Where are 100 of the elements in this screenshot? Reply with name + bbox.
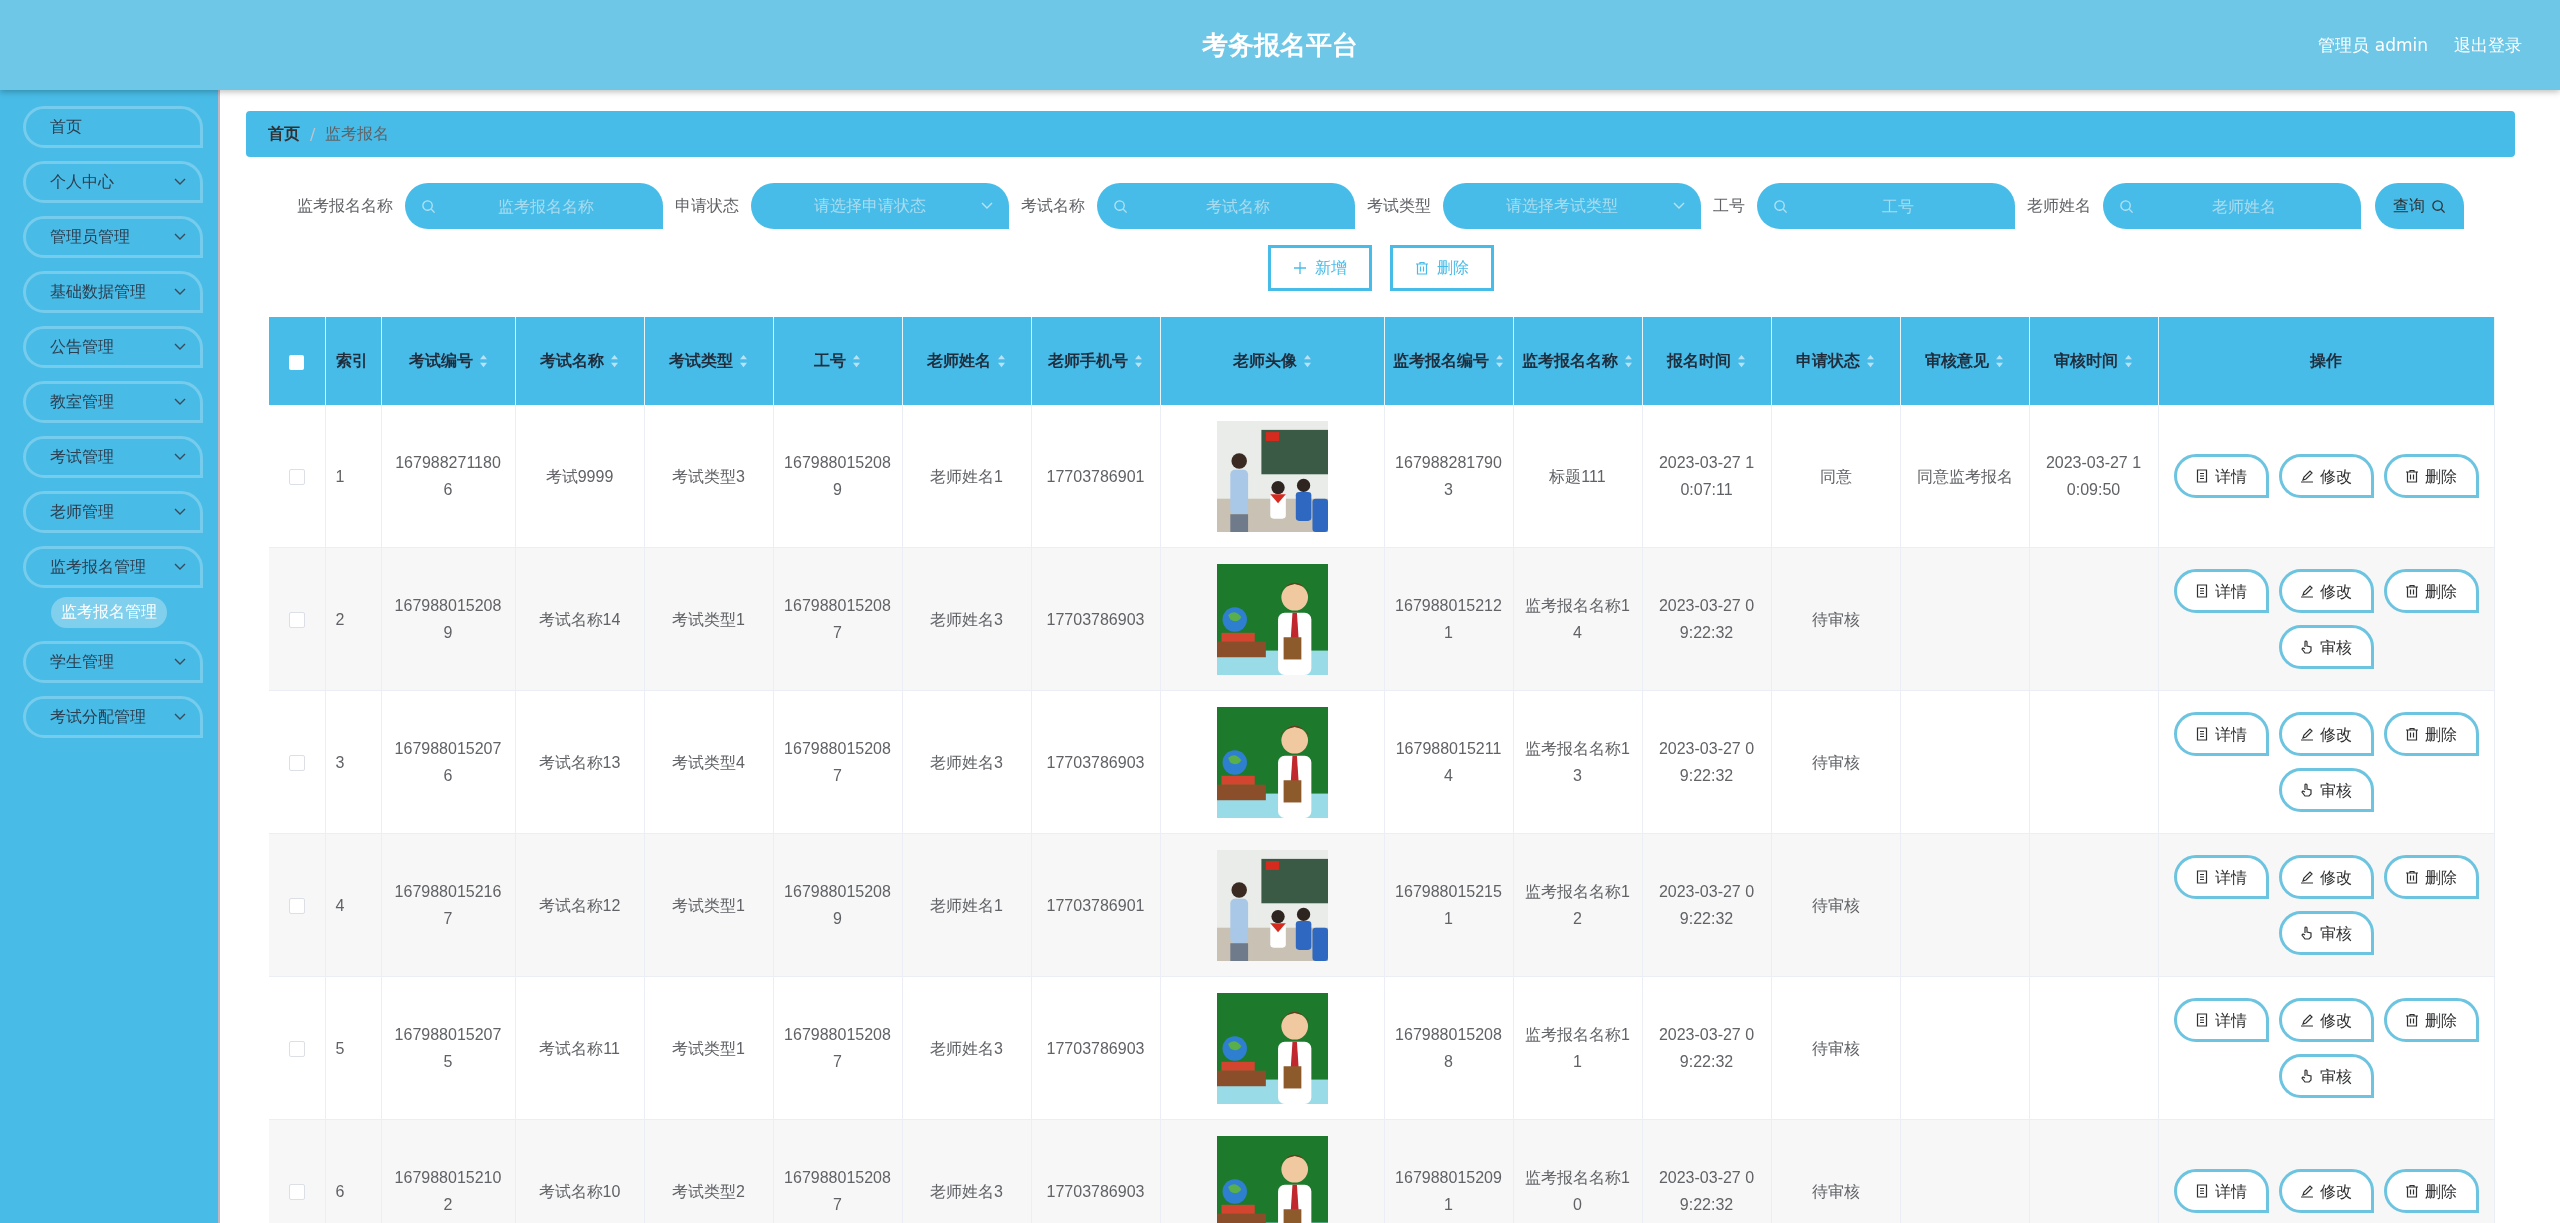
sort-icon[interactable] — [2124, 354, 2133, 368]
signup-number: 1679880152121 — [1395, 597, 1502, 641]
sidebar-item[interactable]: 个人中心 — [23, 161, 203, 203]
signup-name: 标题111 — [1549, 467, 1606, 485]
sidebar-item[interactable]: 学生管理 — [23, 641, 203, 683]
teacher-name: 老师姓名3 — [930, 1182, 1003, 1200]
status-cell: 同意 — [1819, 467, 1852, 485]
teacher-name: 老师姓名3 — [930, 1039, 1003, 1057]
pen-icon — [2300, 870, 2314, 884]
exam-type: 考试类型1 — [672, 1039, 745, 1057]
query-button[interactable]: 查询 — [2375, 183, 2464, 229]
status-cell: 待审核 — [1811, 753, 1860, 771]
row-checkbox[interactable] — [288, 1184, 305, 1200]
edit-button[interactable]: 修改 — [2278, 569, 2374, 613]
sidebar-item[interactable]: 老师管理 — [23, 491, 203, 533]
row-checkbox[interactable] — [288, 898, 305, 914]
pen-icon — [2300, 1013, 2314, 1027]
delete-button[interactable]: 删除 — [2383, 569, 2479, 613]
column-header: 考试名称 — [540, 350, 604, 370]
review-button[interactable]: 审核 — [2278, 768, 2374, 812]
sort-icon[interactable] — [739, 354, 748, 368]
phone-number: 17703786901 — [1046, 896, 1145, 914]
search-field[interactable]: 老师姓名 — [2103, 183, 2361, 229]
breadcrumb-item[interactable]: 首页 — [268, 123, 300, 145]
edit-button[interactable]: 修改 — [2278, 1169, 2374, 1213]
detail-button[interactable]: 详情 — [2173, 712, 2269, 756]
review-button[interactable]: 审核 — [2278, 1054, 2374, 1098]
signup-time: 2023-03-27 09:22:32 — [1658, 883, 1755, 927]
search-field[interactable]: 考试名称 — [1097, 183, 1355, 229]
phone-number: 17703786901 — [1046, 467, 1145, 485]
row-checkbox[interactable] — [288, 1041, 305, 1057]
detail-button[interactable]: 详情 — [2173, 569, 2269, 613]
row-checkbox[interactable] — [288, 755, 305, 771]
detail-button[interactable]: 详情 — [2173, 998, 2269, 1042]
search-field[interactable]: 工号 — [1757, 183, 2015, 229]
chevron-down-icon — [174, 508, 186, 516]
breadcrumb-item: 监考报名 — [325, 123, 390, 145]
sidebar-item[interactable]: 教室管理 — [23, 381, 203, 423]
row-checkbox[interactable] — [288, 469, 305, 485]
exam-number: 1679880152089 — [394, 597, 502, 641]
chevron-down-icon — [174, 288, 186, 296]
search-icon — [1113, 199, 1128, 214]
column-header: 操作 — [2310, 350, 2342, 370]
teacher-name: 老师姓名1 — [930, 467, 1003, 485]
delete-button[interactable]: 删除 — [2383, 712, 2479, 756]
delete-button[interactable]: 删除 — [2383, 855, 2479, 899]
edit-button[interactable]: 修改 — [2278, 998, 2374, 1042]
chevron-down-icon — [174, 453, 186, 461]
signup-name: 监考报名名称14 — [1525, 597, 1630, 641]
filter-label: 考试名称 — [1021, 195, 1085, 217]
detail-button[interactable]: 详情 — [2173, 454, 2269, 498]
sort-icon[interactable] — [610, 354, 619, 368]
column-header: 审核时间 — [2054, 350, 2118, 370]
review-comment: 同意监考报名 — [1916, 467, 2013, 485]
detail-button[interactable]: 详情 — [2173, 855, 2269, 899]
search-icon — [2119, 199, 2134, 214]
exam-type: 考试类型1 — [672, 610, 745, 628]
sidebar-item[interactable]: 公告管理 — [23, 326, 203, 368]
trash-icon — [2405, 1013, 2419, 1027]
search-field[interactable]: 监考报名名称 — [405, 183, 663, 229]
sort-icon[interactable] — [1737, 354, 1746, 368]
breadcrumb-separator: / — [310, 124, 316, 144]
edit-button[interactable]: 修改 — [2278, 855, 2374, 899]
select-all-checkbox[interactable] — [289, 354, 305, 370]
review-button[interactable]: 审核 — [2278, 625, 2374, 669]
delete-button[interactable]: 删除 — [2383, 1169, 2479, 1213]
edit-button[interactable]: 修改 — [2278, 712, 2374, 756]
edit-button[interactable]: 修改 — [2278, 454, 2374, 498]
sort-icon[interactable] — [1624, 354, 1633, 368]
sort-icon[interactable] — [997, 354, 1006, 368]
delete-button[interactable]: 删除 — [2383, 998, 2479, 1042]
sort-icon[interactable] — [1866, 354, 1875, 368]
search-icon — [1773, 199, 1788, 214]
search-icon — [421, 199, 436, 214]
sidebar-item[interactable]: 考试管理 — [23, 436, 203, 478]
column-header: 工号 — [814, 350, 846, 370]
filter-label: 老师姓名 — [2027, 195, 2091, 217]
review-button[interactable]: 审核 — [2278, 911, 2374, 955]
document-icon — [2195, 469, 2209, 483]
detail-button[interactable]: 详情 — [2173, 1169, 2269, 1213]
row-index: 4 — [335, 896, 345, 914]
column-header: 考试类型 — [669, 350, 733, 370]
plus-icon — [1292, 261, 1307, 275]
sort-icon[interactable] — [478, 354, 488, 368]
exam-name: 考试名称13 — [538, 753, 621, 771]
exam-number: 1679880152076 — [394, 740, 502, 784]
sidebar-item[interactable]: 考试分配管理 — [23, 696, 203, 738]
sort-icon[interactable] — [1134, 354, 1143, 368]
delete-button[interactable]: 删除 — [2383, 454, 2479, 498]
filter-label: 申请状态 — [675, 195, 739, 217]
sidebar-item[interactable]: 首页 — [23, 106, 203, 148]
sort-icon[interactable] — [1495, 354, 1504, 368]
sidebar-item[interactable]: 监考报名管理 — [23, 546, 203, 588]
sidebar-item[interactable]: 管理员管理 — [23, 216, 203, 258]
exam-type: 考试类型3 — [672, 467, 745, 485]
sort-icon[interactable] — [1995, 354, 2004, 368]
sort-icon[interactable] — [1302, 354, 1312, 368]
sort-icon[interactable] — [852, 354, 861, 368]
row-checkbox[interactable] — [288, 612, 305, 628]
sidebar-item[interactable]: 基础数据管理 — [23, 271, 203, 313]
